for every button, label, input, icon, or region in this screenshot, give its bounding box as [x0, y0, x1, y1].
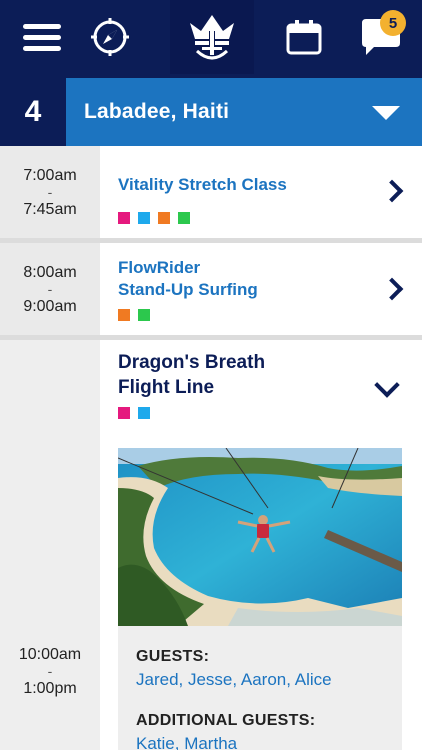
time-separator: -: [47, 663, 53, 679]
category-swatches: [118, 407, 150, 419]
additional-guests-list[interactable]: Katie, Martha: [136, 734, 237, 750]
category-swatch: [118, 407, 130, 419]
chevron-right-icon[interactable]: [380, 277, 404, 301]
messages-badge: 5: [380, 10, 406, 36]
guests-panel: GUESTS: Jared, Jesse, Aaron, Alice ADDIT…: [118, 626, 402, 750]
category-swatch: [138, 407, 150, 419]
category-swatch: [138, 212, 150, 224]
compass-icon: [91, 18, 129, 56]
menu-icon: [23, 18, 61, 57]
crown-anchor-logo: [190, 15, 234, 60]
time-range: 8:00am - 9:00am: [0, 243, 100, 335]
activity-content: Vitality Stretch Class: [100, 146, 422, 238]
calendar-icon: [286, 20, 322, 55]
explore-button[interactable]: [70, 0, 150, 74]
category-swatch: [158, 212, 170, 224]
additional-guests-label: ADDITIONAL GUESTS:: [136, 712, 316, 729]
activity-photo: [118, 448, 402, 626]
port-name: Labadee, Haiti: [84, 100, 230, 123]
end-time: 7:45am: [23, 200, 77, 218]
category-swatch: [178, 212, 190, 224]
start-time: 8:00am: [23, 263, 77, 281]
activity-row[interactable]: 7:00am - 7:45am Vitality Stretch Class: [0, 146, 422, 238]
start-time: 10:00am: [18, 646, 82, 663]
time-separator: -: [47, 280, 53, 297]
activity-title-line: Flight Line: [118, 377, 215, 398]
time-range: 10:00am - 1:00pm: [0, 340, 100, 750]
day-selector[interactable]: 4 Labadee, Haiti: [0, 74, 422, 146]
activity-title-line: Dragon's Breath: [118, 352, 266, 373]
guests-list[interactable]: Jared, Jesse, Aaron, Alice: [136, 670, 332, 690]
activity-title-line: FlowRider: [118, 258, 201, 277]
activity-title: Dragon's Breath Flight Line: [118, 350, 265, 400]
category-swatches: [118, 309, 150, 321]
category-swatch: [138, 309, 150, 321]
activity-title[interactable]: FlowRider Stand-Up Surfing: [118, 257, 258, 301]
guests-label: GUESTS:: [136, 648, 210, 665]
messages-button[interactable]: 5: [340, 0, 422, 74]
activity-content: FlowRider Stand-Up Surfing: [100, 243, 422, 335]
activity-content: Dragon's Breath Flight Line GUESTS: Jare…: [100, 340, 422, 750]
day-number: 4: [0, 78, 66, 146]
category-swatch: [118, 309, 130, 321]
calendar-button[interactable]: [262, 0, 346, 74]
end-time: 9:00am: [23, 297, 77, 315]
top-nav: 5: [0, 0, 422, 74]
time-range: 7:00am - 7:45am: [0, 146, 100, 238]
category-swatches: [118, 212, 190, 224]
activity-title[interactable]: Vitality Stretch Class: [118, 174, 287, 196]
activity-title-line: Stand-Up Surfing: [118, 280, 258, 299]
dropdown-caret-icon: [372, 106, 400, 120]
start-time: 7:00am: [23, 166, 77, 184]
activity-row-expanded[interactable]: 10:00am - 1:00pm Dragon's Breath Flight …: [0, 340, 422, 750]
home-logo-button[interactable]: [170, 0, 254, 74]
end-time: 1:00pm: [23, 680, 77, 697]
activity-row[interactable]: 8:00am - 9:00am FlowRider Stand-Up Surfi…: [0, 243, 422, 335]
chevron-right-icon[interactable]: [380, 179, 404, 203]
category-swatch: [118, 212, 130, 224]
chevron-down-icon[interactable]: [374, 372, 400, 398]
time-separator: -: [47, 183, 53, 200]
